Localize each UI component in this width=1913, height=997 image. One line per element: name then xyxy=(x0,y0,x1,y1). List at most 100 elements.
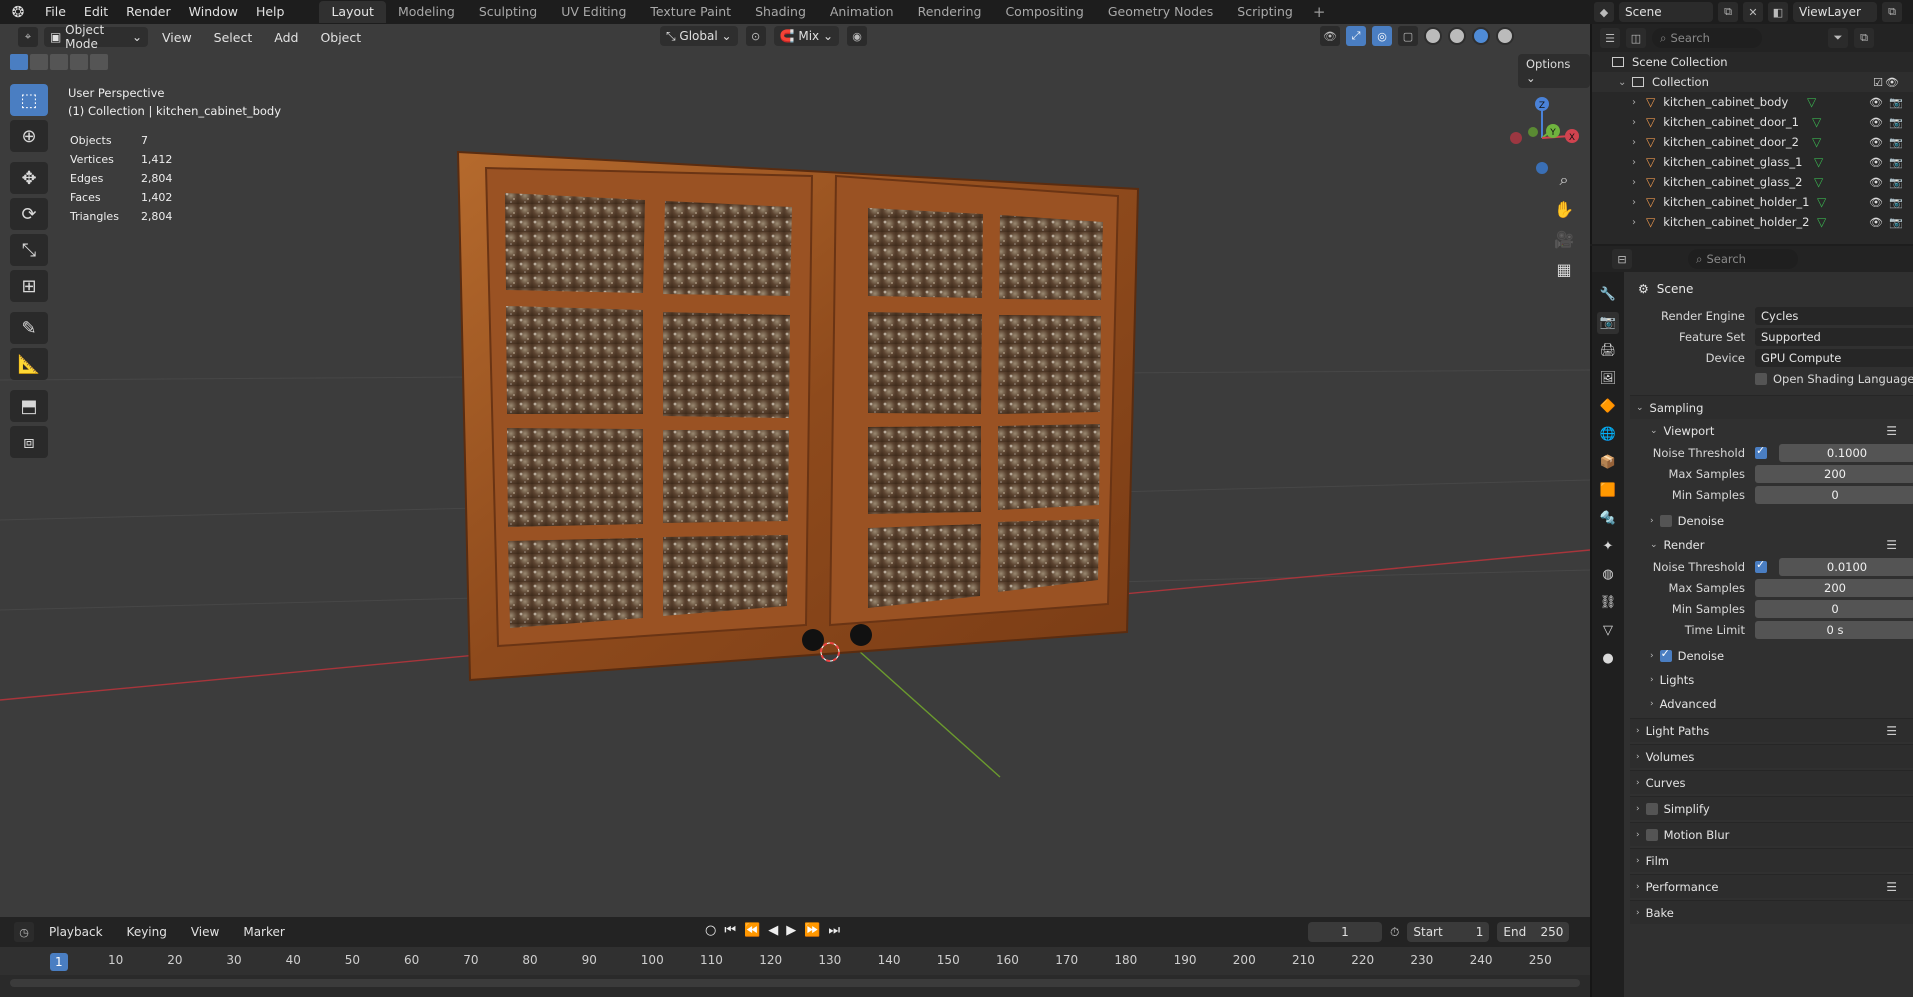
vp-denoise-subpanel[interactable]: › Denoise xyxy=(1630,509,1913,533)
menu-window[interactable]: Window xyxy=(180,0,247,24)
motion-blur-panel[interactable]: › Motion Blur xyxy=(1630,822,1913,846)
proportional-edit-icon[interactable]: ◉ xyxy=(847,26,868,46)
world-tab-icon[interactable]: 🌐 xyxy=(1597,424,1619,446)
transform-tool-icon[interactable]: ⊞ xyxy=(10,270,48,302)
add-cube-tool-icon[interactable]: ⬒ xyxy=(10,390,48,422)
new-view-layer-icon[interactable]: ⧉ xyxy=(1882,2,1902,22)
osl-checkbox-row[interactable]: Open Shading Language xyxy=(1755,369,1913,389)
expand-chevron-icon[interactable]: › xyxy=(1632,197,1646,208)
output-tab-icon[interactable]: 🖨 xyxy=(1597,340,1619,362)
scene-field[interactable]: Scene xyxy=(1619,2,1713,22)
render-camera-icon[interactable]: 📷 xyxy=(1889,156,1903,169)
outliner[interactable]: ☰ ◫ ⌕ Search ⏷ ⧉ Scene Collection ⌄ Coll… xyxy=(1590,24,1913,244)
constraints-tab-icon[interactable]: ⛓ xyxy=(1597,592,1619,614)
tab-geometry-nodes[interactable]: Geometry Nodes xyxy=(1096,1,1225,23)
start-frame-field[interactable]: Start 1 xyxy=(1407,922,1490,942)
osl-checkbox[interactable] xyxy=(1755,373,1767,385)
overlay-toggle-icon[interactable]: ◎ xyxy=(1372,26,1392,46)
lights-subpanel[interactable]: › Lights xyxy=(1630,668,1913,692)
outliner-object-row[interactable]: › ▽ kitchen_cabinet_body ▽ 👁 📷 xyxy=(1592,92,1913,112)
r-noise-checkbox[interactable] xyxy=(1755,558,1767,573)
expand-chevron-icon[interactable]: › xyxy=(1632,137,1646,148)
extrude-tool-icon[interactable]: ⧈ xyxy=(10,426,48,458)
mesh-data-icon[interactable]: ▽ xyxy=(1812,135,1821,149)
current-frame-field[interactable]: 1 xyxy=(1308,922,1382,942)
stopwatch-icon[interactable]: ⏱ xyxy=(1390,925,1399,940)
vp-noise-checkbox[interactable] xyxy=(1755,444,1767,459)
outliner-object-row[interactable]: › ▽ kitchen_cabinet_door_2 ▽ 👁 📷 xyxy=(1592,132,1913,152)
tab-layout[interactable]: Layout xyxy=(319,1,386,23)
scale-tool-icon[interactable]: ⤡ xyxy=(10,234,48,266)
new-collection-icon[interactable]: ⧉ xyxy=(1854,28,1874,48)
r-denoise-checkbox[interactable] xyxy=(1659,647,1672,662)
measure-tool-icon[interactable]: 📐 xyxy=(10,348,48,380)
visibility-icon[interactable]: 👁 xyxy=(1320,26,1340,46)
render-camera-icon[interactable]: 📷 xyxy=(1889,116,1903,129)
filter-icon[interactable]: ⏷ xyxy=(1828,28,1848,48)
tab-uv-editing[interactable]: UV Editing xyxy=(549,1,638,23)
viewport-menu-view[interactable]: View xyxy=(154,30,200,45)
cursor-tool-icon[interactable]: ⊕ xyxy=(10,120,48,152)
film-panel[interactable]: › Film xyxy=(1630,848,1913,872)
blender-logo-icon[interactable]: ❂ xyxy=(0,3,36,21)
view-layer-icon[interactable]: ◧ xyxy=(1768,2,1788,22)
collection-row[interactable]: ⌄ Collection ☑ 👁 xyxy=(1592,72,1913,92)
preset-list-icon[interactable]: ☰ xyxy=(1886,538,1897,552)
jump-start-icon[interactable]: ⏮ xyxy=(724,923,736,938)
preset-list-icon[interactable]: ☰ xyxy=(1886,724,1897,738)
menu-edit[interactable]: Edit xyxy=(75,0,117,24)
tool-tab-icon[interactable]: 🔧 xyxy=(1597,284,1619,306)
select-box-tool-icon[interactable]: ⬚ xyxy=(10,84,48,116)
r-min-field[interactable]: 0 xyxy=(1755,600,1913,618)
delete-scene-icon[interactable]: ✕ xyxy=(1743,2,1763,22)
select-invert-icon[interactable] xyxy=(70,54,88,70)
render-camera-icon[interactable]: 📷 xyxy=(1889,196,1903,209)
menu-help[interactable]: Help xyxy=(247,0,294,24)
physics-tab-icon[interactable]: ◍ xyxy=(1597,564,1619,586)
r-noise-field[interactable]: 0.0100 xyxy=(1779,558,1913,576)
outliner-object-row[interactable]: › ▽ kitchen_cabinet_glass_1 ▽ 👁 📷 xyxy=(1592,152,1913,172)
simplify-panel[interactable]: › Simplify xyxy=(1630,796,1913,820)
r-time-field[interactable]: 0 s xyxy=(1755,621,1913,639)
menu-render[interactable]: Render xyxy=(117,0,180,24)
outliner-search-input[interactable]: ⌕ Search xyxy=(1652,28,1762,48)
navigation-gizmo[interactable]: Z Y X xyxy=(1500,82,1584,182)
move-tool-icon[interactable]: ✥ xyxy=(10,162,48,194)
select-subtract-icon[interactable] xyxy=(50,54,68,70)
transform-orientation-dropdown[interactable]: ⤡ Global ⌄ xyxy=(660,26,738,46)
expand-chevron-icon[interactable]: › xyxy=(1632,97,1646,108)
particles-tab-icon[interactable]: ✦ xyxy=(1597,536,1619,558)
properties-editor-type-icon[interactable]: ⊟ xyxy=(1612,249,1632,269)
gizmo-neg-x[interactable] xyxy=(1510,132,1522,144)
device-dropdown[interactable]: GPU Compute xyxy=(1755,349,1913,367)
gizmo-toggle-icon[interactable]: ⤢ xyxy=(1346,26,1366,46)
outliner-editor-type-icon[interactable]: ☰ xyxy=(1600,28,1620,48)
pivot-point-icon[interactable]: ⊙ xyxy=(745,26,766,46)
select-intersect-icon[interactable] xyxy=(90,54,108,70)
scene-collection-row[interactable]: Scene Collection xyxy=(1592,52,1913,72)
advanced-subpanel[interactable]: › Advanced xyxy=(1630,692,1913,716)
render-subpanel[interactable]: ⌄ Render ☰ xyxy=(1630,533,1913,557)
vp-min-field[interactable]: 0 xyxy=(1755,486,1913,504)
render-tab-icon[interactable]: 📷 xyxy=(1597,312,1619,334)
material-shading-icon[interactable] xyxy=(1472,27,1490,45)
auto-key-icon[interactable]: ○ xyxy=(705,923,716,938)
material-tab-icon[interactable]: ● xyxy=(1597,648,1619,670)
vp-denoise-checkbox[interactable] xyxy=(1659,515,1672,527)
properties-editor[interactable]: ⊟ ⌕ Search 🔧 📷 🖨 🖼 🔶 🌐 📦 🟧 🔩 ✦ ◍ ⛓ ▽ ● ⚙… xyxy=(1590,246,1913,997)
timeline-menu-playback[interactable]: Playback xyxy=(40,925,112,939)
preset-list-icon[interactable]: ☰ xyxy=(1886,880,1897,894)
xray-icon[interactable]: ▢ xyxy=(1398,26,1418,46)
tab-shading[interactable]: Shading xyxy=(743,1,818,23)
visibility-eye-icon[interactable]: 👁 xyxy=(1869,156,1883,169)
scene-icon[interactable]: ◆ xyxy=(1594,2,1614,22)
editor-type-icon[interactable]: ⌖ xyxy=(18,27,38,47)
outliner-object-row[interactable]: › ▽ kitchen_cabinet_door_1 ▽ 👁 📷 xyxy=(1592,112,1913,132)
viewport-subpanel[interactable]: ⌄ Viewport ☰ xyxy=(1630,419,1913,443)
visibility-eye-icon[interactable]: 👁 xyxy=(1869,96,1883,109)
timeline-menu-marker[interactable]: Marker xyxy=(234,925,293,939)
render-camera-icon[interactable]: 📷 xyxy=(1889,216,1903,229)
timeline-editor[interactable]: ◷ Playback Keying View Marker ○ ⏮ ⏪ ◀ ▶ … xyxy=(0,917,1590,997)
visibility-eye-icon[interactable]: 👁 xyxy=(1869,196,1883,209)
add-workspace-button[interactable]: + xyxy=(1305,3,1334,21)
